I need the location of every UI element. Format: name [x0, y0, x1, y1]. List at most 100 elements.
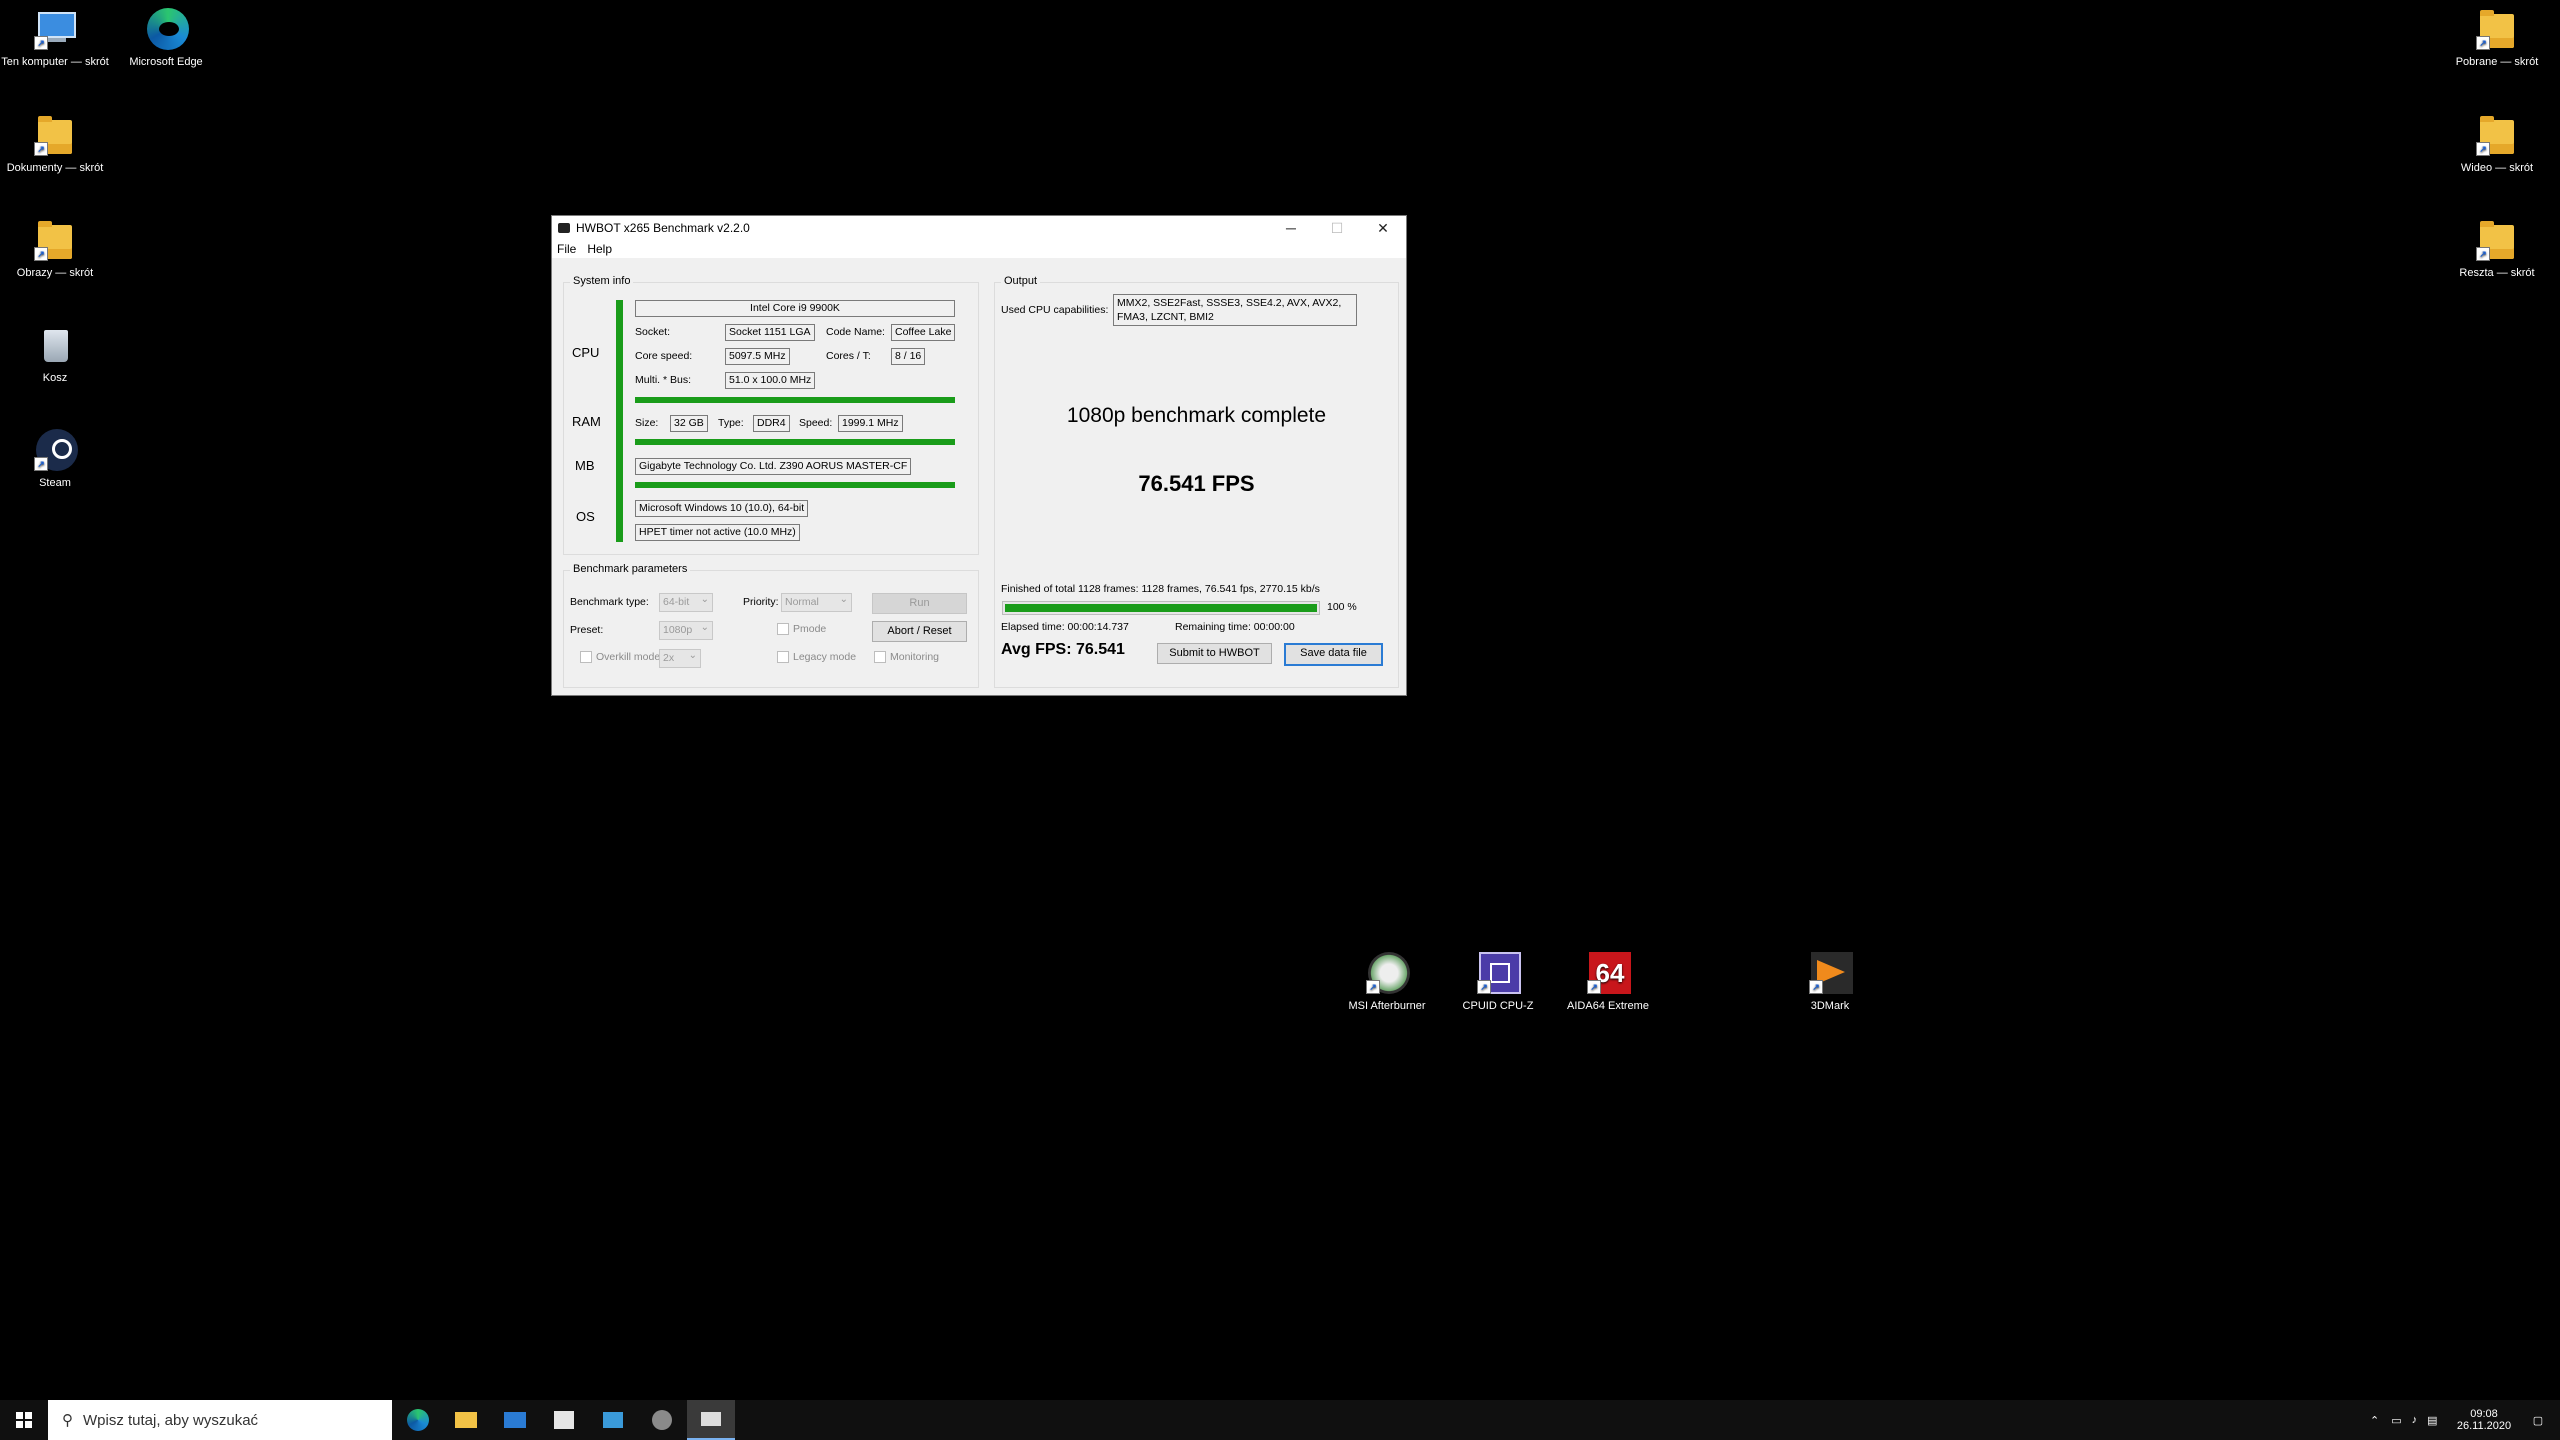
abort-reset-button[interactable]: Abort / Reset — [872, 621, 967, 642]
cpu-divider-bar — [635, 397, 955, 403]
preset-select[interactable]: 1080p — [659, 619, 713, 640]
desktop-icon-label: AIDA64 Extreme — [1567, 1000, 1649, 1012]
clock-date: 26.11.2020 — [2456, 1420, 2512, 1432]
multi-field: 51.0 x 100.0 MHz — [725, 372, 816, 389]
pmode-checkbox[interactable]: Pmode — [777, 623, 826, 635]
windows-logo-icon — [16, 1412, 32, 1428]
motherboard-field: Gigabyte Technology Co. Ltd. Z390 AORUS … — [635, 458, 912, 475]
close-button[interactable]: ✕ — [1360, 216, 1406, 240]
status-bar-vertical — [616, 300, 623, 542]
cpu-caps-field: MMX2, SSE2Fast, SSSE3, SSE4.2, AVX, AVX2… — [1113, 294, 1357, 326]
folder-icon: ↗ — [2474, 6, 2520, 52]
search-placeholder: Wpisz tutaj, aby wyszukać — [83, 1411, 259, 1429]
elapsed-time: Elapsed time: 00:00:14.737 — [1001, 621, 1129, 633]
desktop-icon-label: Steam — [39, 477, 71, 489]
desktop-icon-label: Pobrane — skrót — [2455, 56, 2539, 68]
clock[interactable]: 09:08 26.11.2020 — [2444, 1400, 2524, 1440]
overkill-checkbox[interactable]: Overkill mode — [580, 651, 660, 663]
checkbox-box[interactable] — [580, 651, 592, 663]
cpu-caps-label: Used CPU capabilities: — [1001, 304, 1109, 316]
os-label: OS — [576, 509, 595, 524]
desktop-icon-label: Microsoft Edge — [129, 56, 203, 68]
benchmark-params-group: Benchmark parameters Benchmark type: 64-… — [563, 563, 979, 688]
hwbot-taskbar-icon[interactable] — [687, 1400, 735, 1440]
store-icon[interactable] — [540, 1400, 588, 1440]
folder-icon: ↗ — [2474, 112, 2520, 158]
monitoring-checkbox[interactable]: Monitoring — [874, 651, 939, 663]
preset-label: Preset: — [570, 624, 604, 636]
volume-icon[interactable]: ♪ — [2412, 1414, 2418, 1426]
cpuz-taskbar-icon[interactable] — [589, 1400, 637, 1440]
desktop-icon-other[interactable]: ↗ Reszta — skrót — [2442, 217, 2552, 280]
window-title: HWBOT x265 Benchmark v2.2.0 — [576, 221, 750, 235]
overkill-select[interactable]: 2x — [659, 647, 701, 668]
codename-field: Coffee Lake — [891, 324, 956, 341]
desktop-icon-label: Kosz — [42, 372, 68, 384]
progress-bar — [1002, 601, 1320, 615]
priority-label: Priority: — [743, 596, 779, 608]
menu-file[interactable]: File — [557, 242, 576, 256]
folder-icon: ↗ — [32, 217, 78, 263]
chevron-up-icon[interactable]: ⌃ — [2370, 1414, 2379, 1427]
msi-afterburner-icon: ↗ — [1364, 950, 1410, 996]
network-icon[interactable]: ▭ — [2391, 1414, 2401, 1427]
legacy-checkbox[interactable]: Legacy mode — [777, 651, 856, 663]
notification-icon[interactable]: ▢ — [2516, 1400, 2560, 1440]
desktop-icon-edge[interactable]: Microsoft Edge — [111, 6, 221, 69]
desktop-icon-msi-afterburner[interactable]: ↗ MSI Afterburner — [1332, 950, 1442, 1013]
cpu-caps-line: MMX2, SSE2Fast, SSSE3, SSE4.2, AVX, AVX2… — [1117, 297, 1342, 309]
checkbox-box[interactable] — [874, 651, 886, 663]
desktop-icon-recycle-bin[interactable]: Kosz — [0, 322, 110, 385]
language-icon[interactable]: ▤ — [2427, 1414, 2437, 1427]
submit-hwbot-button[interactable]: Submit to HWBOT — [1157, 643, 1272, 664]
title-bar[interactable]: HWBOT x265 Benchmark v2.2.0 ─ ☐ ✕ — [552, 216, 1406, 240]
desktop-icon-cpuz[interactable]: ↗ CPUID CPU-Z — [1443, 950, 1553, 1013]
menu-help[interactable]: Help — [587, 242, 612, 256]
steam-taskbar-icon[interactable] — [638, 1400, 686, 1440]
cores-field: 8 / 16 — [891, 348, 926, 365]
start-button[interactable] — [0, 1400, 48, 1440]
run-button[interactable]: Run — [872, 593, 967, 614]
taskbar-search[interactable]: ⚲ Wpisz tutaj, aby wyszukać — [48, 1400, 392, 1440]
ram-size-label: Size: — [635, 417, 659, 429]
recycle-bin-icon — [32, 322, 78, 368]
desktop-icon-3dmark[interactable]: ↗ 3DMark — [1775, 950, 1885, 1013]
minimize-button[interactable]: ─ — [1268, 216, 1314, 240]
benchmark-params-label: Benchmark parameters — [570, 563, 691, 575]
desktop-icon-this-pc[interactable]: ↗ Ten komputer — skrót — [0, 6, 110, 69]
desktop-icon-documents[interactable]: ↗ Dokumenty — skrót — [0, 112, 110, 175]
computer-icon: ↗ — [32, 6, 78, 52]
system-info-label: System info — [570, 275, 634, 287]
mail-icon[interactable] — [491, 1400, 539, 1440]
folder-icon: ↗ — [32, 112, 78, 158]
edge-icon — [143, 6, 189, 52]
checkbox-box[interactable] — [777, 623, 789, 635]
progress-percent: 100 % — [1327, 601, 1357, 613]
app-icon — [558, 223, 570, 233]
progress-fill — [1005, 604, 1317, 612]
save-data-file-button[interactable]: Save data file — [1284, 643, 1383, 666]
monitoring-label: Monitoring — [890, 651, 940, 663]
taskbar: ⚲ Wpisz tutaj, aby wyszukać ⌃ ▭ ♪ ▤ 09:0… — [0, 1400, 2560, 1440]
edge-icon[interactable] — [394, 1400, 442, 1440]
hwbot-window: HWBOT x265 Benchmark v2.2.0 ─ ☐ ✕ File H… — [551, 215, 1407, 696]
ram-type-field: DDR4 — [753, 415, 790, 432]
desktop-icon-pictures[interactable]: ↗ Obrazy — skrót — [0, 217, 110, 280]
cpu-label: CPU — [572, 345, 600, 360]
desktop-icon-label: Ten komputer — skrót — [1, 56, 109, 68]
desktop-icon-aida64[interactable]: 64 ↗ AIDA64 Extreme — [1553, 950, 1663, 1013]
desktop-icon-videos[interactable]: ↗ Wideo — skrót — [2442, 112, 2552, 175]
benchmark-type-select[interactable]: 64-bit — [659, 591, 713, 612]
core-speed-label: Core speed: — [635, 350, 693, 362]
maximize-button[interactable]: ☐ — [1314, 216, 1360, 240]
pmode-label: Pmode — [793, 623, 827, 635]
checkbox-box[interactable] — [777, 651, 789, 663]
file-explorer-icon[interactable] — [442, 1400, 490, 1440]
mb-label: MB — [575, 458, 595, 473]
core-speed-field: 5097.5 MHz — [725, 348, 790, 365]
desktop-icon-label: Wideo — skrót — [2460, 162, 2534, 174]
priority-select[interactable]: Normal — [781, 591, 852, 612]
ram-divider-bar — [635, 439, 955, 445]
desktop-icon-downloads[interactable]: ↗ Pobrane — skrót — [2442, 6, 2552, 69]
desktop-icon-steam[interactable]: ↗ Steam — [0, 427, 110, 490]
